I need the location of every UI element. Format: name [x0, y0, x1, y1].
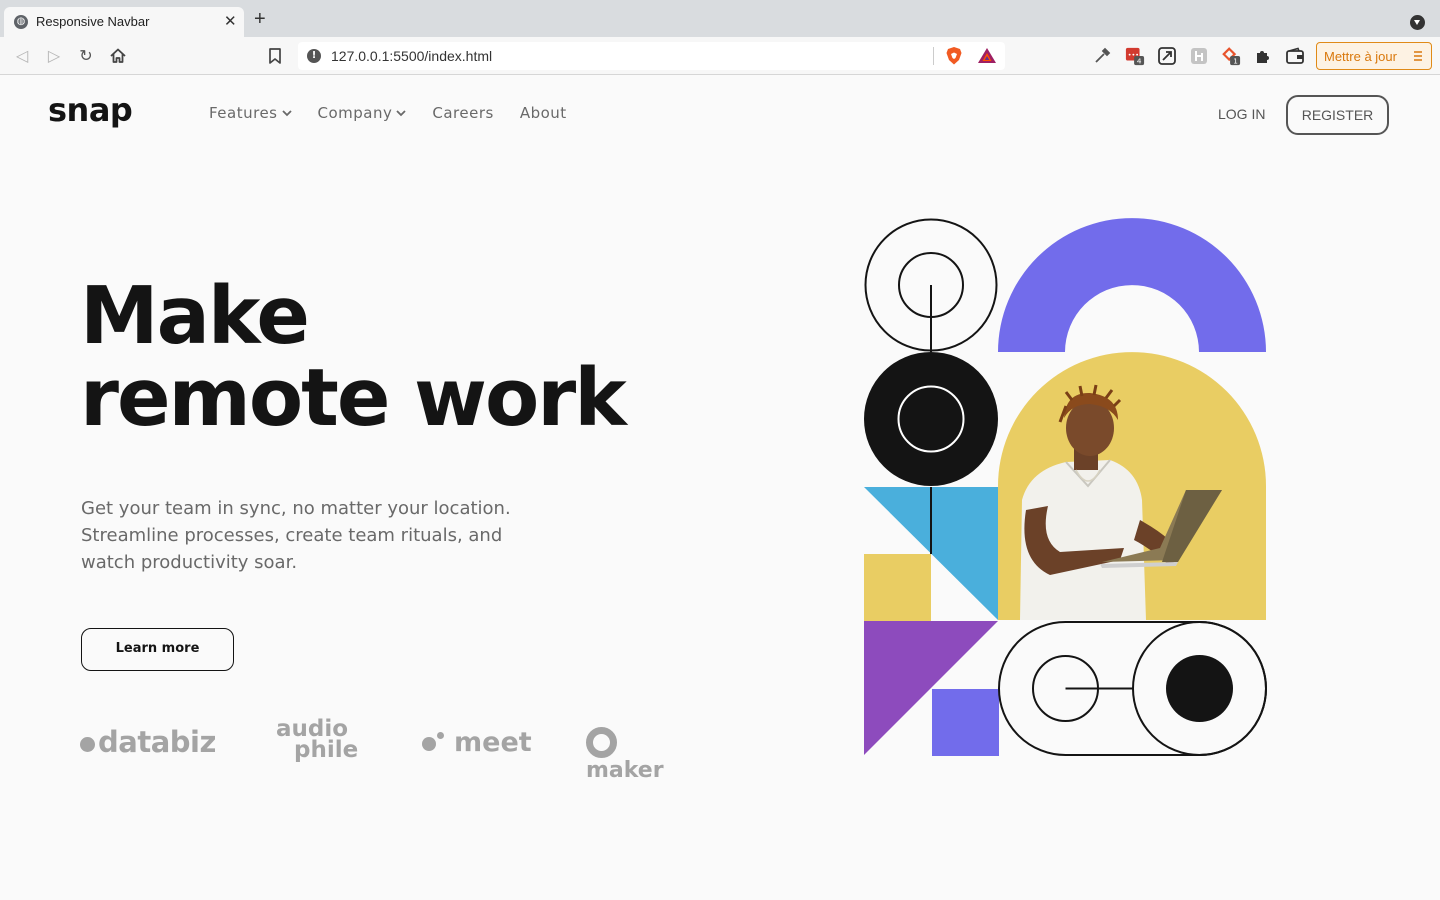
- extension-icon[interactable]: [1189, 46, 1209, 66]
- info-icon[interactable]: !: [307, 49, 321, 63]
- home-icon[interactable]: [107, 45, 129, 67]
- nav-item-careers[interactable]: Careers: [432, 104, 493, 122]
- reload-icon[interactable]: ↻: [75, 45, 97, 67]
- eyedropper-icon[interactable]: [1092, 46, 1112, 66]
- nav-item-company[interactable]: Company: [318, 104, 407, 122]
- brave-shield-icon[interactable]: [945, 46, 963, 66]
- hero-black-disc: [864, 352, 998, 486]
- extension-icon[interactable]: 1: [1221, 46, 1241, 66]
- forward-icon[interactable]: ▷: [43, 45, 65, 67]
- meet-logo-text: meet: [454, 727, 532, 758]
- bookmark-icon[interactable]: [266, 46, 284, 66]
- hero-pill-dot: [1166, 655, 1233, 722]
- browser-tab[interactable]: ◍ Responsive Navbar ✕: [4, 7, 244, 37]
- plus-icon[interactable]: +: [254, 9, 266, 29]
- main-nav: Features Company Careers About: [209, 104, 593, 122]
- client-logos: databiz audio phile meet maker: [80, 715, 700, 783]
- audiophile-logo-text: phile: [294, 737, 359, 763]
- browser-toolbar: ◁ ▷ ↻ ! 127.0.0.1:5500/index.html ••• 4: [0, 37, 1440, 75]
- puzzle-icon[interactable]: [1253, 46, 1273, 66]
- update-button[interactable]: Mettre à jour: [1316, 42, 1432, 70]
- browser-tab-strip: ◍ Responsive Navbar ✕ +: [0, 0, 1440, 37]
- update-button-label: Mettre à jour: [1324, 49, 1397, 64]
- address-bar[interactable]: ! 127.0.0.1:5500/index.html: [298, 42, 1005, 70]
- meet-logo: meet: [422, 727, 532, 758]
- globe-icon: ◍: [14, 15, 28, 29]
- nav-item-label: Features: [209, 104, 278, 122]
- bat-rewards-icon[interactable]: [977, 46, 997, 66]
- nav-item-features[interactable]: Features: [209, 104, 292, 122]
- databiz-logo-text: databiz: [98, 725, 216, 759]
- svg-text:1: 1: [1233, 57, 1238, 66]
- databiz-logo: databiz: [80, 725, 216, 759]
- page-content: snap Features Company Careers About LOG …: [0, 75, 1440, 900]
- extension-icon[interactable]: ••• 4: [1125, 46, 1145, 66]
- extension-icon[interactable]: [1157, 46, 1177, 66]
- url-text[interactable]: 127.0.0.1:5500/index.html: [331, 48, 492, 64]
- close-icon[interactable]: ✕: [224, 12, 237, 30]
- hero-illustration: [864, 218, 1267, 756]
- maker-logo: maker: [586, 727, 700, 783]
- chevron-down-icon: [396, 110, 407, 117]
- nav-item-label: About: [519, 104, 567, 122]
- url-divider: [933, 47, 934, 65]
- login-link[interactable]: LOG IN: [1218, 106, 1265, 122]
- svg-text:4: 4: [1137, 57, 1142, 66]
- tab-title: Responsive Navbar: [36, 14, 150, 29]
- hero-title-line: Make: [80, 270, 310, 362]
- nav-item-label: Careers: [432, 104, 494, 122]
- hero-purple-arch: [998, 218, 1266, 352]
- hero-purple-square: [932, 689, 999, 756]
- chevron-down-icon: [281, 110, 292, 117]
- tab-search-icon[interactable]: [1410, 15, 1425, 30]
- hero-description: Get your team in sync, no matter your lo…: [81, 498, 511, 573]
- back-icon[interactable]: ◁: [11, 45, 33, 67]
- register-button[interactable]: REGISTER: [1286, 95, 1389, 135]
- hero-title: Make remote work: [80, 275, 627, 439]
- nav-item-about[interactable]: About: [520, 104, 567, 122]
- learn-more-button[interactable]: Learn more: [81, 628, 234, 671]
- menu-icon: [1414, 51, 1422, 61]
- audiophile-logo: audio phile: [276, 718, 359, 763]
- nav-item-label: Company: [317, 104, 393, 122]
- site-logo[interactable]: snap: [48, 91, 133, 129]
- hero-yellow-square: [864, 554, 931, 621]
- maker-logo-text: maker: [586, 758, 664, 783]
- hero-title-line: remote work: [80, 352, 627, 444]
- wallet-icon[interactable]: [1285, 46, 1305, 66]
